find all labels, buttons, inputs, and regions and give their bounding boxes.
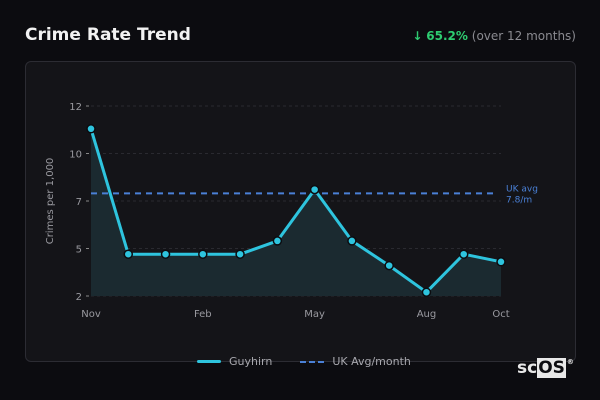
chart-legend: Guyhirn UK Avg/month [197, 355, 411, 368]
y-tick-label: 2 [76, 292, 82, 303]
line-chart: 12 10 7 5 2 Nov Feb May Aug Oct Crimes per 1,000 UK… [45, 102, 538, 320]
data-point [309, 184, 320, 195]
data-point [272, 236, 283, 246]
legend-swatch-solid [197, 360, 221, 363]
logo-boxed: OS [537, 358, 566, 378]
data-point [160, 249, 171, 259]
legend-item-uk-avg[interactable]: UK Avg/month [300, 355, 411, 368]
y-tick-label: 5 [76, 245, 82, 256]
y-tick-label: 12 [69, 102, 82, 113]
x-tick-label: Aug [417, 309, 437, 320]
y-tick-label: 7 [76, 197, 82, 208]
x-tick-label: May [304, 309, 325, 320]
x-tick-label: Nov [81, 309, 101, 320]
data-point [198, 249, 208, 259]
x-tick-label: Oct [492, 309, 509, 320]
y-axis-label: Crimes per 1,000 [45, 158, 56, 245]
data-point [347, 236, 357, 246]
data-point [458, 249, 469, 259]
logo-mark: ® [566, 358, 574, 366]
data-point [496, 257, 506, 267]
y-tick-label: 10 [69, 150, 82, 161]
data-point [86, 124, 96, 134]
legend-swatch-dashed [300, 360, 325, 363]
brand-logo: sc OS ® [517, 358, 574, 378]
x-tick-label: Feb [194, 309, 212, 320]
data-point [123, 249, 134, 259]
data-point [235, 249, 245, 259]
data-point [384, 260, 394, 271]
data-point [421, 287, 432, 297]
legend-item-guyhirn[interactable]: Guyhirn [197, 355, 272, 368]
legend-label: UK Avg/month [332, 355, 411, 368]
legend-label: Guyhirn [229, 355, 273, 368]
uk-average-value: 7.8/m [506, 195, 532, 205]
uk-average-label: UK avg [506, 184, 538, 194]
logo-prefix: sc [517, 358, 538, 378]
